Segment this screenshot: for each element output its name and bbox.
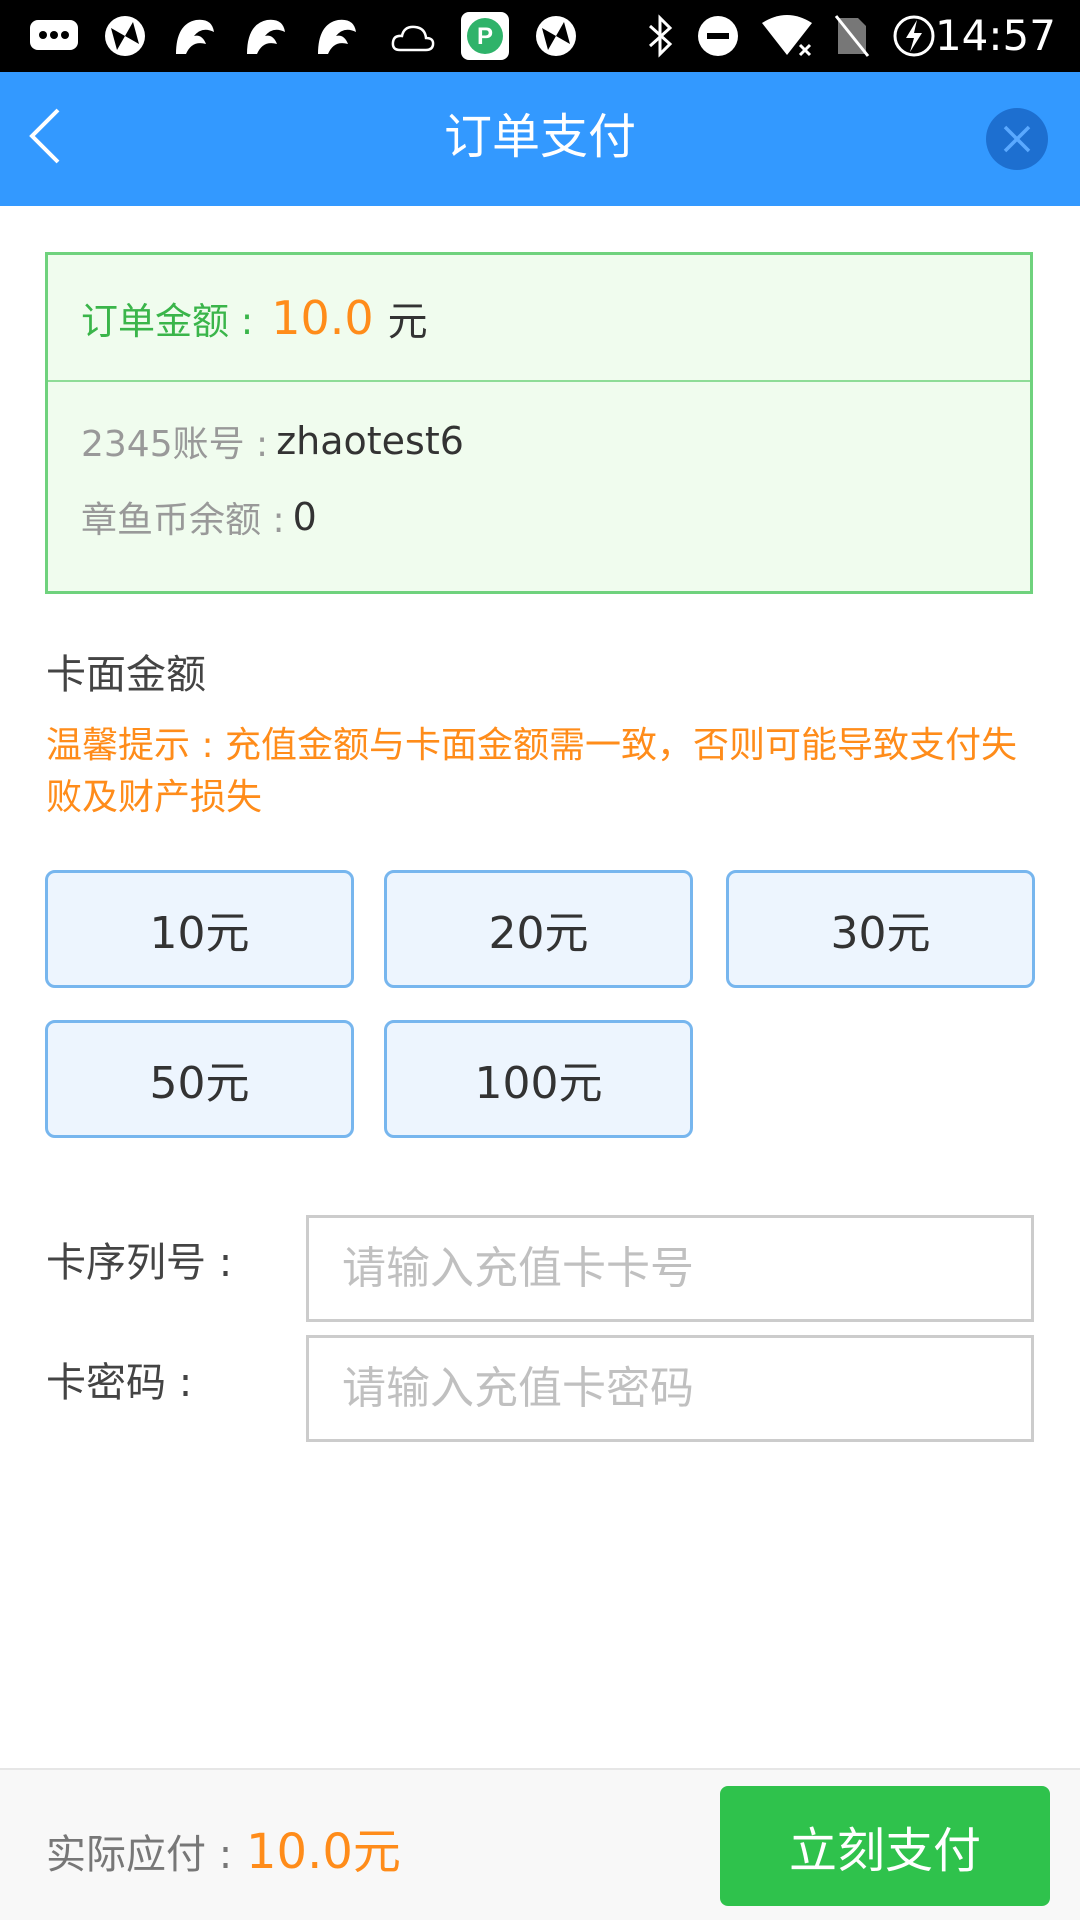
pay-now-button[interactable]: 立刻支付 [720,1786,1050,1906]
app-icon [102,14,148,58]
account-row: 2345账号 : zhaotest6 [81,415,464,467]
account-value: zhaotest6 [276,419,464,463]
app-header: 订单支付 [0,72,1080,206]
wifi-icon [760,14,814,58]
card-serial-input[interactable] [306,1215,1034,1322]
battery-charging-icon [892,14,936,58]
warm-tip: 温馨提示 : 充值金额与卡面金额需一致，否则可能导致支付失败及财产损失 [46,725,1018,818]
order-amount-unit: 元 [387,298,428,345]
balance-row: 章鱼币余额 : 0 [81,491,317,543]
uc-browser-icon [243,14,289,58]
message-icon [28,14,80,58]
order-info-box: 订单金额 : 10.0 元 2345账号 : zhaotest6 章鱼币余额 :… [45,252,1033,594]
amount-option-30[interactable]: 30元 [726,870,1035,988]
card-password-input[interactable] [306,1335,1034,1442]
balance-label: 章鱼币余额 : [81,500,285,541]
weather-icon [390,14,436,58]
bluetooth-icon [640,14,680,58]
actual-pay-amount: 10.0元 [246,1824,401,1880]
uc-browser-icon [172,14,218,58]
order-amount-row: 订单金额 : 10.0 元 [48,255,1030,382]
amount-option-100[interactable]: 100元 [384,1020,693,1138]
amount-option-50[interactable]: 50元 [45,1020,354,1138]
status-bar: P 14:57 [0,0,1080,72]
close-icon [1003,125,1031,153]
order-amount-label: 订单金额 : [81,299,254,343]
status-time: 14:57 [934,11,1056,60]
balance-value: 0 [292,495,317,539]
uc-browser-icon [314,14,360,58]
amount-option-10[interactable]: 10元 [45,870,354,988]
no-sim-icon [832,14,872,58]
actual-pay-label: 实际应付 : [46,1832,233,1878]
account-label: 2345账号 : [81,424,269,465]
order-amount-value: 10.0 [271,290,374,345]
close-button[interactable] [986,108,1048,170]
card-serial-label: 卡序列号 : [46,1240,233,1286]
page-title: 订单支付 [443,109,636,165]
app-icon [533,14,579,58]
payment-footer: 实际应付 : 10.0元 立刻支付 [0,1768,1080,1920]
amount-option-20[interactable]: 20元 [384,870,693,988]
card-amount-title: 卡面金额 [46,652,206,698]
card-password-label: 卡密码 : [46,1360,193,1406]
p-app-icon: P [460,12,510,60]
do-not-disturb-icon [696,14,740,58]
svg-text:P: P [477,23,493,50]
